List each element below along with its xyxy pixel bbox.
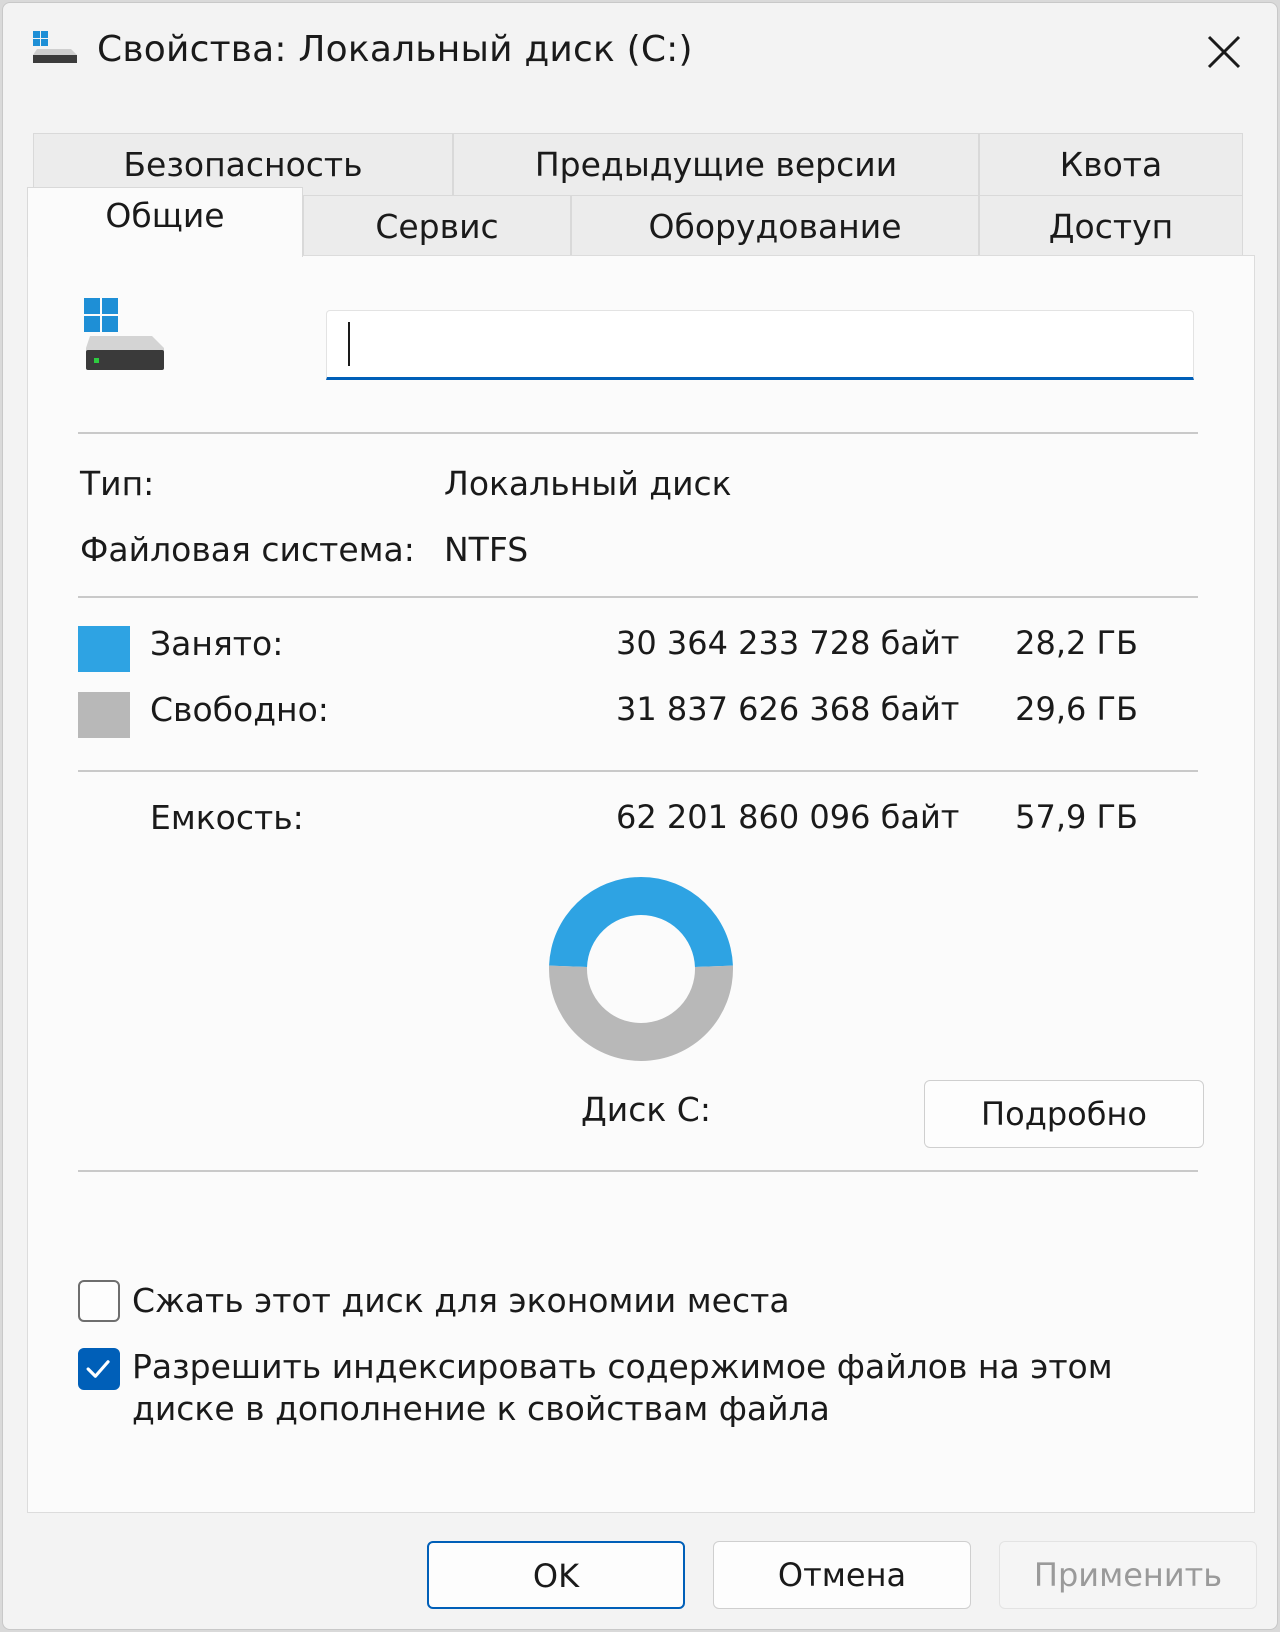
details-button[interactable]: Подробно: [924, 1080, 1204, 1148]
filesystem-label: Файловая система:: [80, 530, 415, 569]
tab-general[interactable]: Общие: [27, 187, 303, 257]
type-value: Локальный диск: [444, 464, 732, 503]
general-panel: Тип: Локальный диск Файловая система: NT…: [27, 255, 1255, 1513]
tab-hardware[interactable]: Оборудование: [571, 195, 979, 259]
separator: [78, 770, 1198, 772]
filesystem-value: NTFS: [444, 530, 529, 569]
compress-checkbox[interactable]: [78, 1280, 120, 1322]
used-space-gb: 28,2 ГБ: [1015, 624, 1138, 662]
text-caret: [348, 322, 350, 366]
drive-icon: [84, 298, 164, 370]
disk-usage-donut-chart: [549, 877, 733, 1061]
capacity-label: Емкость:: [150, 798, 304, 837]
free-space-bytes: 31 837 626 368 байт: [616, 690, 960, 728]
index-checkbox[interactable]: [78, 1348, 120, 1390]
close-icon[interactable]: [1199, 27, 1249, 77]
free-space-label: Свободно:: [150, 690, 329, 729]
donut-slice-used: [549, 877, 733, 967]
capacity-gb: 57,9 ГБ: [1015, 798, 1138, 836]
tab-previous-versions[interactable]: Предыдущие версии: [453, 133, 979, 197]
separator: [78, 432, 1198, 434]
title-bar: Свойства: Локальный диск (C:): [3, 3, 1277, 103]
index-label-line1[interactable]: Разрешить индексировать содержимое файло…: [132, 1346, 1113, 1388]
used-space-label: Занято:: [150, 624, 284, 663]
free-space-swatch: [78, 692, 130, 738]
window-title: Свойства: Локальный диск (C:): [97, 29, 693, 70]
index-label-line2[interactable]: диске в дополнение к свойствам файла: [132, 1388, 830, 1430]
type-label: Тип:: [80, 464, 155, 503]
properties-window: Свойства: Локальный диск (C:) Безопаснос…: [2, 2, 1278, 1630]
free-space-gb: 29,6 ГБ: [1015, 690, 1138, 728]
used-space-bytes: 30 364 233 728 байт: [616, 624, 960, 662]
ok-button[interactable]: OK: [427, 1541, 685, 1609]
disk-label: Диск C:: [581, 1090, 711, 1129]
used-space-swatch: [78, 626, 130, 672]
cancel-button[interactable]: Отмена: [713, 1541, 971, 1609]
drive-title-icon: [33, 31, 77, 63]
volume-name-input[interactable]: [326, 310, 1194, 380]
compress-label[interactable]: Сжать этот диск для экономии места: [132, 1280, 790, 1322]
separator: [78, 596, 1198, 598]
separator: [78, 1170, 1198, 1172]
tab-sharing[interactable]: Доступ: [979, 195, 1243, 259]
capacity-bytes: 62 201 860 096 байт: [616, 798, 960, 836]
checkmark-icon: [86, 1360, 110, 1378]
apply-button[interactable]: Применить: [999, 1541, 1257, 1609]
tab-service[interactable]: Сервис: [303, 195, 571, 259]
donut-slice-free: [549, 965, 733, 1061]
tab-quota[interactable]: Квота: [979, 133, 1243, 197]
